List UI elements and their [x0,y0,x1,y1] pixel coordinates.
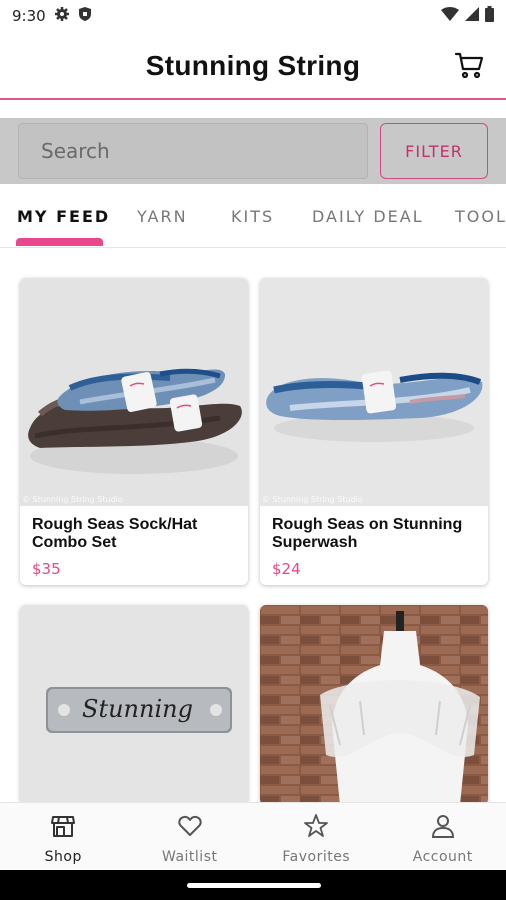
signal-icon [465,7,479,25]
app-title: Stunning String [145,50,361,81]
header-divider [0,98,506,100]
product-image: Stunning [20,605,248,805]
active-tab-indicator [16,238,103,246]
product-name: Rough Seas on Stunning Superwash [272,516,463,551]
filter-button[interactable]: FILTER [380,123,488,179]
app-bar: Stunning String [0,32,506,100]
image-watermark: © Stunning String Studio [262,495,363,504]
product-card[interactable] [260,605,488,805]
shop-icon [50,813,76,843]
status-time: 9:30 [12,7,46,25]
product-price: $35 [32,560,61,578]
status-bar: 9:30 [0,0,506,32]
nav-account[interactable]: Account [380,803,506,870]
person-icon [430,813,456,843]
nav-favorites[interactable]: Favorites [253,803,380,870]
image-watermark: © Stunning String Studio [22,495,123,504]
search-bar: FILTER [0,118,506,184]
bottom-nav: Shop Waitlist Favorites Account [0,802,506,870]
tab-my-feed[interactable]: MY FEED [17,207,110,226]
tab-daily-deal[interactable]: DAILY DEAL [312,207,424,226]
tab-tools[interactable]: TOOLS [455,207,506,226]
home-gesture-handle[interactable] [187,883,321,888]
product-name: Rough Seas Sock/Hat Combo Set [32,516,198,551]
nav-label: Account [412,849,473,865]
product-price: $24 [272,560,301,578]
shield-icon [78,6,92,26]
search-input[interactable] [41,139,367,163]
nav-shop[interactable]: Shop [0,803,127,870]
tab-kits[interactable]: KITS [231,207,274,226]
product-image: © Stunning String Studio [20,278,248,506]
battery-icon [485,6,494,26]
product-card[interactable]: © Stunning String Studio Rough Seas on S… [260,278,488,585]
stunning-plate-text: Stunning [82,695,193,723]
nav-label: Waitlist [162,849,218,865]
heart-icon [177,813,203,843]
search-box[interactable] [18,123,368,179]
cart-icon[interactable] [454,50,484,80]
star-icon [303,813,329,843]
system-gesture-bar [0,870,506,900]
product-image [260,605,488,805]
nav-waitlist[interactable]: Waitlist [127,803,254,870]
product-card[interactable]: © Stunning String Studio Rough Seas Sock… [20,278,248,585]
product-card[interactable]: Stunning [20,605,248,805]
settings-gear-icon [54,6,70,26]
product-image: © Stunning String Studio [260,278,488,506]
nav-label: Favorites [282,849,351,865]
tab-yarn[interactable]: YARN [137,207,188,226]
wifi-icon [441,7,459,25]
nav-label: Shop [44,849,82,865]
